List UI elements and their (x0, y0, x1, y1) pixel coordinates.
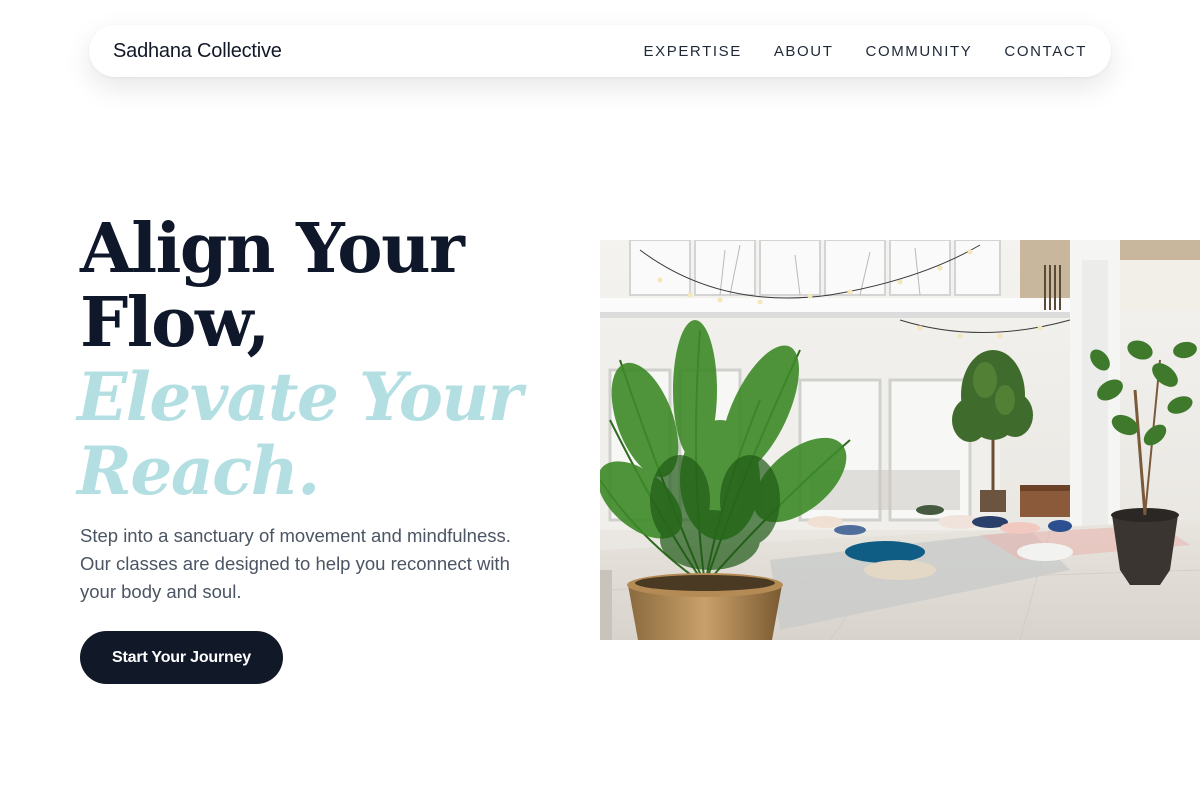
nav-link-community[interactable]: COMMUNITY (866, 43, 973, 60)
nav-link-contact[interactable]: CONTACT (1004, 43, 1087, 60)
headline-primary: Align Your Flow, (80, 209, 465, 363)
hero-subtext: Step into a sanctuary of movement and mi… (80, 525, 511, 602)
top-navbar: Sadhana Collective EXPERTISE ABOUT COMMU… (89, 25, 1111, 77)
start-journey-button[interactable]: Start Your Journey (80, 631, 283, 684)
studio-photo (600, 240, 1200, 640)
brand-logo[interactable]: Sadhana Collective (113, 40, 282, 63)
hero-headline: Align Your Flow, Elevate Your Reach. (77, 209, 560, 510)
nav-link-expertise[interactable]: EXPERTISE (644, 43, 742, 60)
nav-link-about[interactable]: ABOUT (774, 43, 834, 60)
hero-text: Align Your Flow, Elevate Your Reach. (77, 209, 560, 510)
nav-links: EXPERTISE ABOUT COMMUNITY CONTACT (644, 43, 1088, 60)
headline-accent: Elevate Your Reach. (77, 358, 523, 510)
yoga-studio-illustration (600, 240, 1200, 640)
